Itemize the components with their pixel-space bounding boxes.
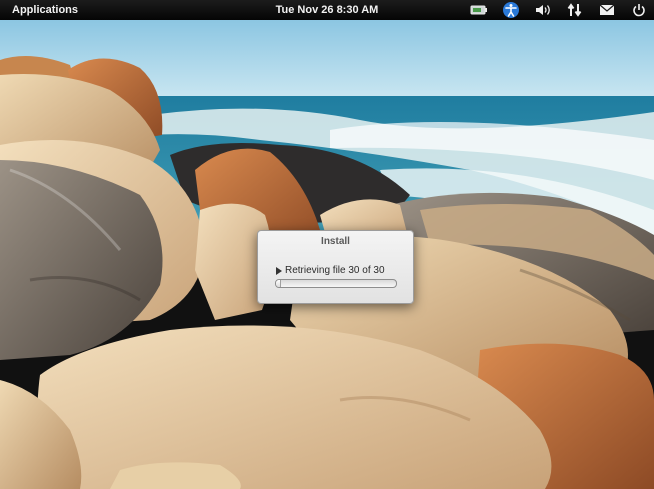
top-panel: Applications Tue Nov 26 8:30 AM [0, 0, 654, 20]
install-dialog: Install Retrieving file 30 of 30 [257, 230, 414, 304]
status-text: Retrieving file 30 of 30 [285, 265, 385, 276]
dialog-title: Install [321, 236, 350, 247]
volume-icon[interactable] [534, 1, 552, 19]
accessibility-icon[interactable] [502, 1, 520, 19]
power-icon[interactable] [630, 1, 648, 19]
battery-icon[interactable] [470, 1, 488, 19]
applications-menu[interactable]: Applications [12, 4, 78, 16]
expander-arrow-icon[interactable] [276, 266, 282, 275]
mail-icon[interactable] [598, 1, 616, 19]
progress-bar [275, 279, 397, 288]
clock-indicator[interactable]: Tue Nov 26 8:30 AM [276, 4, 379, 16]
progress-bar-fill [276, 280, 281, 287]
system-tray [470, 0, 648, 20]
network-icon[interactable] [566, 1, 584, 19]
details-expander[interactable]: Retrieving file 30 of 30 [276, 265, 385, 276]
